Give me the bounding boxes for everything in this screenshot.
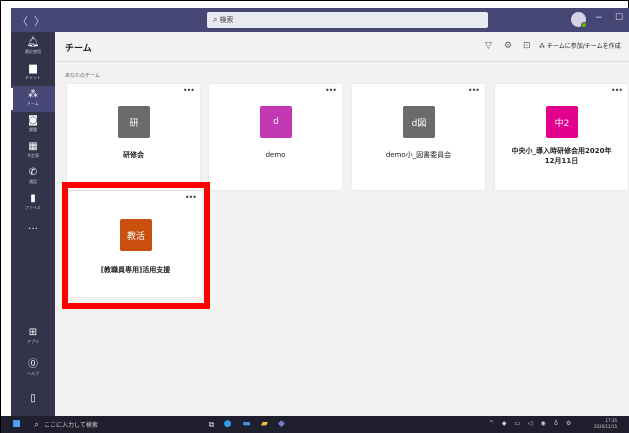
section-label: あなたのチーム bbox=[65, 73, 100, 79]
minimize-icon[interactable]: − bbox=[595, 13, 603, 23]
rail-item-assignments[interactable]: ◙ 課題 bbox=[11, 112, 55, 138]
teams-view: チーム ▽ ⚙ ⊡ ⁂ チームに参加/チームを作成 あなたのチーム ••• 研 … bbox=[55, 32, 629, 416]
search-placeholder: 検索 bbox=[219, 16, 234, 24]
device-icon: ▯ bbox=[30, 393, 36, 404]
explorer-icon[interactable]: ▰ bbox=[259, 419, 270, 430]
avatar[interactable] bbox=[571, 12, 587, 28]
gear-icon[interactable]: ⚙ bbox=[504, 41, 512, 51]
team-name: 中央小_導入時研修会用2020年12月11日 bbox=[511, 147, 612, 165]
presence-icon bbox=[581, 22, 587, 28]
team-name: 研修会 bbox=[123, 151, 144, 159]
forward-arrow-icon[interactable]: 〉 bbox=[34, 15, 51, 28]
system-tray: ^ ◆ ▭ ◁ ◉ ♁ ⚙ bbox=[489, 420, 575, 427]
teams-taskbar-icon[interactable]: ◆ bbox=[276, 419, 287, 430]
chat-icon: ▆ bbox=[29, 63, 37, 74]
mail-icon[interactable]: ▬ bbox=[241, 419, 252, 430]
rail-item-device[interactable]: ▯ bbox=[11, 390, 55, 416]
bell-icon: 🔔︎ bbox=[26, 37, 40, 48]
rail-item-calls[interactable]: ✆ 通話 bbox=[11, 164, 55, 190]
back-arrow-icon[interactable]: 〈 bbox=[17, 15, 34, 28]
highlight-box bbox=[62, 182, 210, 309]
search-icon: ⌕ bbox=[213, 15, 218, 24]
help-icon: ⓪ bbox=[28, 359, 38, 370]
assignments-icon: ◙ bbox=[28, 115, 38, 126]
filter-icon[interactable]: ▽ bbox=[485, 41, 492, 51]
view-header: チーム ▽ ⚙ ⊡ ⁂ チームに参加/チームを作成 bbox=[55, 32, 629, 62]
file-icon: ▮ bbox=[30, 193, 36, 204]
more-options-icon[interactable]: ••• bbox=[468, 86, 480, 95]
rail-item-files[interactable]: ▮ ファイル bbox=[11, 190, 55, 216]
team-avatar: d bbox=[260, 106, 292, 138]
title-bar: 〈〉 ⌕ 検索 − ☐ bbox=[11, 8, 629, 32]
rail-more-button[interactable]: … bbox=[11, 218, 55, 244]
app-frame: 〈〉 ⌕ 検索 − ☐ 🔔︎ 最近使用 ▆ チャット ⁂ チーム ◙ 課題 ▦ 予… bbox=[0, 0, 629, 433]
team-avatar: 研 bbox=[118, 106, 150, 138]
history-nav: 〈〉 bbox=[17, 13, 51, 29]
calendar-icon: ▦ bbox=[28, 141, 38, 152]
team-name: demo小_図書委員会 bbox=[385, 151, 452, 159]
team-avatar: d図 bbox=[403, 106, 435, 138]
search-icon: ⌕ bbox=[34, 420, 39, 429]
team-card[interactable]: ••• 研 研修会 bbox=[67, 84, 200, 190]
page-title: チーム bbox=[65, 44, 92, 54]
join-create-team-button[interactable]: ⁂ チームに参加/チームを作成 bbox=[539, 41, 621, 50]
taskbar-search-input[interactable]: ここに入力して検索 bbox=[44, 420, 98, 429]
team-name: demo bbox=[265, 151, 286, 159]
manage-teams-icon[interactable]: ⊡ bbox=[523, 41, 531, 51]
apps-icon: ⊞ bbox=[28, 327, 38, 338]
rail-item-teams[interactable]: ⁂ チーム bbox=[11, 86, 55, 112]
rail-item-apps[interactable]: ⊞ アプリ bbox=[11, 324, 55, 350]
search-input[interactable]: ⌕ 検索 bbox=[207, 12, 488, 28]
team-card[interactable]: ••• d demo bbox=[209, 84, 342, 190]
rail-item-help[interactable]: ⓪ ヘルプ bbox=[11, 356, 55, 382]
team-card[interactable]: ••• 中2 中央小_導入時研修会用2020年12月11日 bbox=[495, 84, 628, 190]
windows-start-icon[interactable]: ■ bbox=[11, 419, 22, 430]
rail-item-calendar[interactable]: ▦ 予定表 bbox=[11, 138, 55, 164]
app-rail: 🔔︎ 最近使用 ▆ チャット ⁂ チーム ◙ 課題 ▦ 予定表 ✆ 通話 ▮ フ… bbox=[11, 32, 55, 416]
windows-taskbar: ■ ⌕ ここに入力して検索 ⧉ ● ▬ ▰ ◆ ^ ◆ ▭ ◁ ◉ ♁ ⚙ 17… bbox=[1, 416, 629, 433]
more-options-icon[interactable]: ••• bbox=[611, 86, 623, 95]
maximize-icon[interactable]: ☐ bbox=[615, 13, 623, 23]
clock[interactable]: 17:35 2020/12/15 bbox=[594, 418, 617, 430]
teams-icon: ⁂ bbox=[28, 89, 38, 100]
rail-item-chat[interactable]: ▆ チャット bbox=[11, 60, 55, 86]
rail-item-activity[interactable]: 🔔︎ 最近使用 bbox=[11, 34, 55, 60]
phone-icon: ✆ bbox=[28, 167, 38, 178]
task-view-icon[interactable]: ⧉ bbox=[206, 419, 217, 430]
more-options-icon[interactable]: ••• bbox=[325, 86, 337, 95]
more-options-icon[interactable]: ••• bbox=[183, 86, 195, 95]
team-avatar: 中2 bbox=[546, 106, 578, 138]
edge-icon[interactable]: ● bbox=[222, 419, 233, 430]
team-card[interactable]: ••• d図 demo小_図書委員会 bbox=[352, 84, 485, 190]
